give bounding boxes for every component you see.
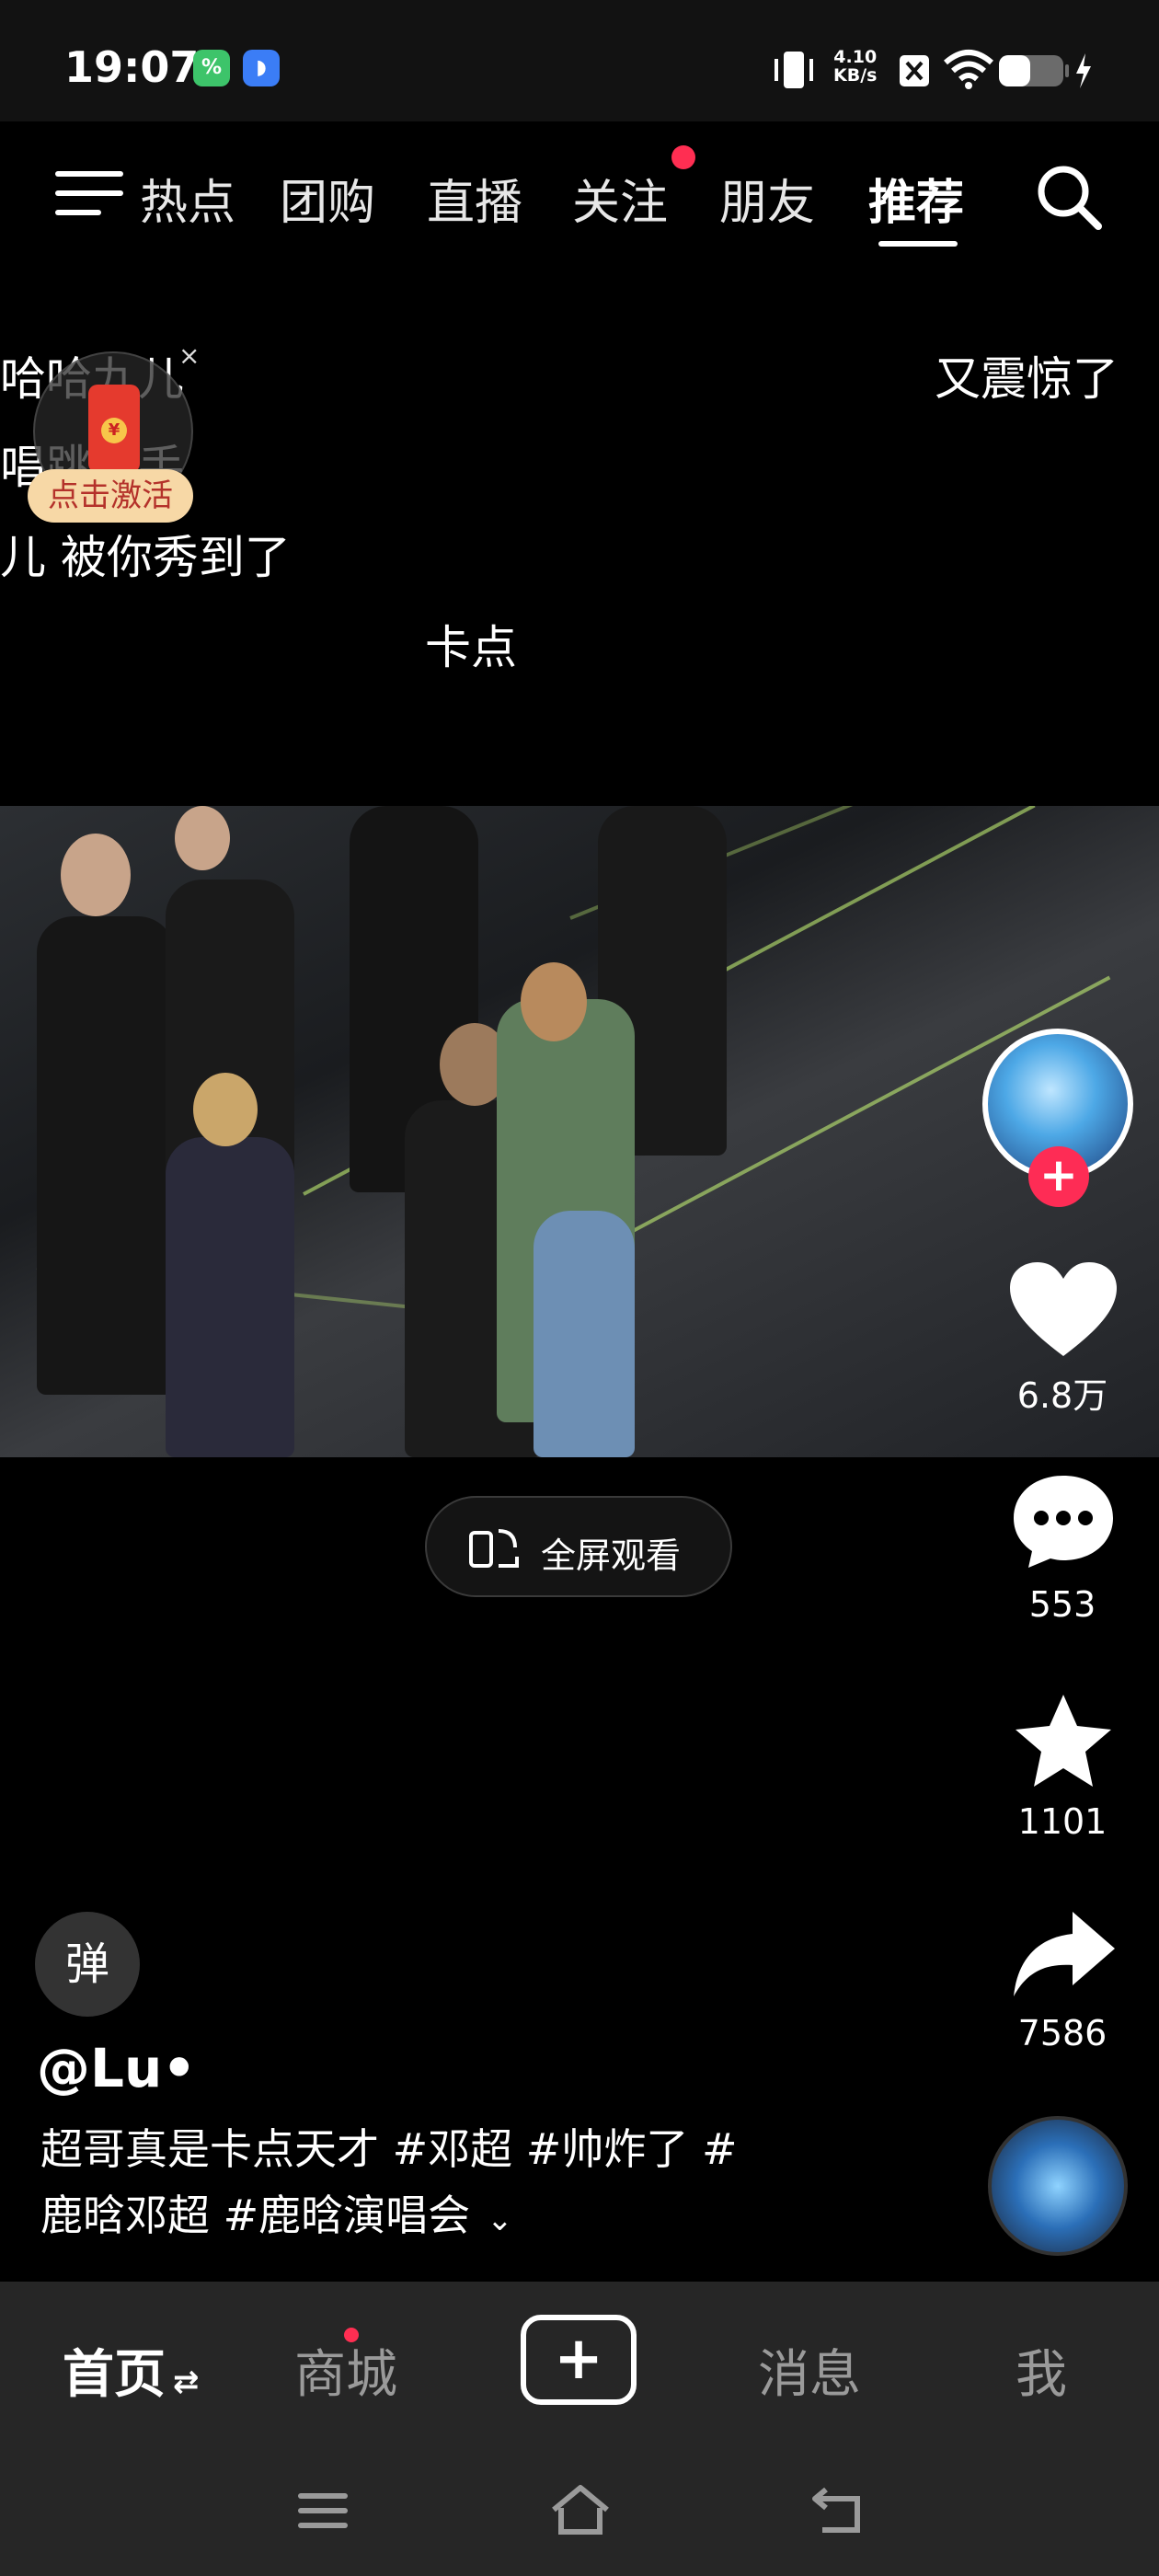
red-packet-activate-label[interactable]: 点击激活 [28, 469, 193, 523]
author-name[interactable]: @Lu• [37, 2037, 196, 2099]
coin-icon: ¥ [101, 418, 127, 443]
nav-messages[interactable]: 消息 [758, 2333, 861, 2408]
switch-feed-icon: ⇄ [173, 2363, 200, 2400]
favorite-count: 1101 [1017, 1801, 1107, 1842]
mall-notification-dot [344, 2328, 359, 2342]
sim-off-icon [900, 55, 929, 86]
vibrate-icon [775, 52, 813, 88]
fullscreen-button[interactable]: 全屏观看 [425, 1496, 732, 1597]
red-packet-close-icon[interactable]: × [178, 340, 200, 371]
tab-live[interactable]: 直播 [427, 164, 522, 233]
app-notification-icon: ◗ [243, 50, 280, 86]
back-icon[interactable] [806, 2480, 870, 2541]
tab-friends[interactable]: 朋友 [719, 164, 815, 233]
network-speed: 4.10 KB/s [833, 47, 878, 86]
music-disc-icon[interactable] [988, 2116, 1128, 2256]
app-notification-icon: % [193, 50, 230, 86]
tab-hot[interactable]: 热点 [138, 164, 235, 233]
overlay-text: 又震惊了 [935, 352, 1119, 406]
charging-icon [1076, 53, 1091, 88]
danmaku-toggle-button[interactable]: 弹 [35, 1912, 140, 2017]
comment-bubble-icon[interactable] [1008, 1472, 1119, 1573]
rotate-screen-icon [469, 1529, 519, 1568]
nav-mall[interactable]: 商城 [294, 2333, 397, 2408]
share-arrow-icon[interactable] [1008, 1906, 1119, 2007]
tab-following[interactable]: 关注 [572, 164, 668, 233]
search-icon[interactable] [1032, 160, 1106, 234]
like-heart-icon[interactable] [1008, 1260, 1119, 1362]
caption-line: 鹿晗邓超 #鹿晗演唱会 ⌄ [40, 2191, 513, 2240]
red-packet-widget[interactable]: ¥ 点击激活 [28, 351, 193, 535]
create-post-button[interactable]: + [521, 2315, 637, 2405]
share-count: 7586 [1017, 2013, 1107, 2053]
comment-count: 553 [1028, 1584, 1096, 1625]
notification-dot [671, 145, 695, 169]
home-icon[interactable] [548, 2480, 613, 2541]
recent-apps-icon[interactable] [291, 2480, 355, 2541]
caption-line: 超哥真是卡点天才 #邓超 #帅炸了 # [40, 2124, 738, 2174]
favorite-star-icon[interactable] [1008, 1691, 1119, 1792]
post-caption[interactable]: 超哥真是卡点天才 #邓超 #帅炸了 # 鹿晗邓超 #鹿晗演唱会 ⌄ [40, 2116, 960, 2253]
nav-home[interactable]: 首页 ⇄ [63, 2333, 200, 2408]
menu-icon[interactable] [55, 167, 123, 219]
battery-icon [999, 55, 1069, 86]
like-count: 6.8万 [1016, 1375, 1108, 1416]
overlay-text: 卡点 [425, 621, 517, 674]
fullscreen-label: 全屏观看 [541, 1535, 682, 1576]
status-time: 19:07 [64, 42, 200, 92]
expand-caption-icon[interactable]: ⌄ [487, 2202, 513, 2238]
video-player[interactable] [0, 806, 1159, 1457]
tab-recommended[interactable]: 推荐 [868, 164, 964, 233]
follow-plus-button[interactable]: + [1028, 1146, 1089, 1207]
nav-me[interactable]: 我 [1016, 2333, 1067, 2408]
tab-group-buy[interactable]: 团购 [280, 164, 375, 233]
wifi-icon [944, 50, 993, 89]
active-tab-indicator [878, 241, 958, 247]
